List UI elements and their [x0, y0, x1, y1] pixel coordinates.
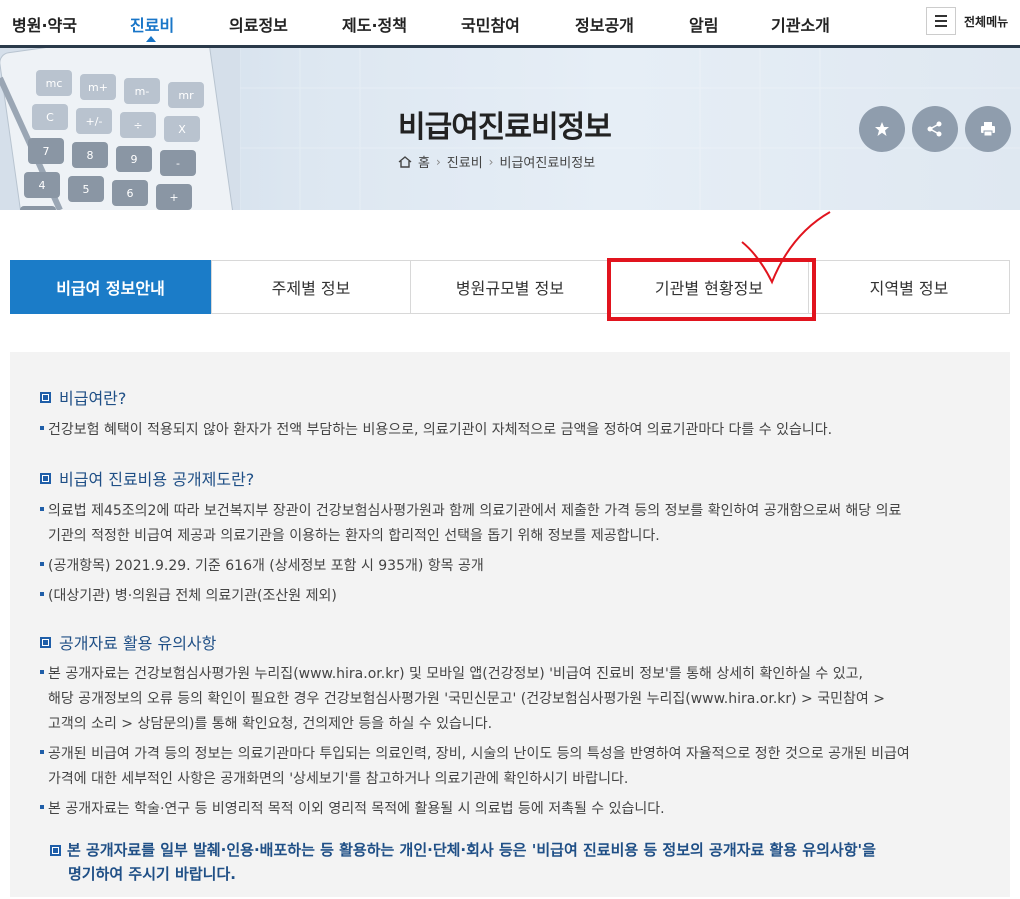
section-title-text: 비급여 진료비용 공개제도란? [59, 470, 255, 489]
tab-by-hospital-size[interactable]: 병원규모별 정보 [410, 260, 610, 314]
section-title-what-is-noncovered: 비급여란? [40, 385, 126, 409]
paragraph: (대상기관) 병·의원급 전체 의료기관(조산원 제외) [48, 588, 337, 604]
calculator-key-label: mc [46, 77, 63, 90]
top-navigation: 병원·약국 진료비 의료정보 제도·정책 국민참여 정보공개 알림 기관소개 전… [0, 0, 1020, 48]
calculator-key-label: - [176, 157, 180, 170]
nav-item-about[interactable]: 기관소개 [771, 12, 830, 36]
print-button[interactable] [965, 106, 1011, 152]
calculator-key-label: 5 [83, 183, 90, 196]
section-title-text: 비급여란? [59, 389, 127, 408]
hamburger-icon [926, 7, 956, 35]
nav-item-policy[interactable]: 제도·정책 [342, 12, 407, 36]
paragraph-line: 가격에 대한 세부적인 사항은 공개화면의 '상세보기'를 참고하거나 의료기관… [48, 771, 629, 787]
section-title-usage-notes: 공개자료 활용 유의사항 [40, 630, 216, 654]
page-banner: mcm+m-mrC+/-÷X789-456+123 비급여진료비정보 홈 › 진… [0, 48, 1020, 210]
section-2-text: 의료법 제45조의2에 따라 보건복지부 장관이 건강보험심사평가원과 함께 의… [40, 499, 990, 609]
calculator-key-label: 7 [43, 145, 50, 158]
calculator-illustration: mcm+m-mrC+/-÷X789-456+123 [0, 48, 240, 210]
section-title-text: 공개자료 활용 유의사항 [59, 634, 217, 653]
nav-item-medical-info[interactable]: 의료정보 [229, 12, 288, 36]
nav-item-hospital-pharmacy[interactable]: 병원·약국 [12, 12, 77, 36]
square-bullet-icon [40, 472, 51, 484]
calculator-key-label: 6 [127, 187, 134, 200]
nav-item-information-disclosure[interactable]: 정보공개 [575, 12, 634, 36]
tab-by-topic[interactable]: 주제별 정보 [211, 260, 411, 314]
calculator-key-label: C [46, 111, 54, 124]
share-icon [927, 121, 942, 137]
calculator-key-label: m+ [88, 81, 108, 94]
active-nav-indicator [146, 36, 156, 42]
paragraph-line: 본 공개자료는 건강보험심사평가원 누리집(www.hira.or.kr) 및 … [48, 666, 863, 682]
square-bullet-icon [40, 391, 51, 403]
bookmark-button[interactable] [859, 106, 905, 152]
calculator-key-label: ÷ [133, 119, 142, 132]
paragraph: 본 공개자료는 학술·연구 등 비영리적 목적 이외 영리적 목적에 활용될 시… [48, 801, 665, 817]
star-icon [875, 122, 889, 136]
calculator-key-label: 4 [39, 179, 46, 192]
section-3-text: 본 공개자료는 건강보험심사평가원 누리집(www.hira.or.kr) 및 … [40, 662, 990, 822]
calculator-key-label: mr [178, 89, 194, 102]
breadcrumb-medical-fees[interactable]: 진료비 [447, 152, 483, 171]
paragraph-line: 공개된 비급여 가격 등의 정보는 의료기관마다 투입되는 의료인력, 장비, … [48, 746, 910, 762]
breadcrumb-current: 비급여진료비정보 [499, 156, 596, 171]
notice-line: 본 공개자료를 일부 발췌·인용·배포하는 등 활용하는 개인·단체·회사 등은… [67, 841, 876, 859]
paragraph-line: 의료법 제45조의2에 따라 보건복지부 장관이 건강보험심사평가원과 함께 의… [48, 503, 902, 519]
annotation-checkmark [741, 211, 831, 285]
share-button[interactable] [912, 106, 958, 152]
paragraph-line: 해당 공개정보의 오류 등의 확인이 필요한 경우 건강보험심사평가원 '국민신… [48, 691, 885, 707]
tab-non-covered-info[interactable]: 비급여 정보안내 [10, 260, 211, 314]
category-tabs: 비급여 정보안내 주제별 정보 병원규모별 정보 기관별 현황정보 지역별 정보 [10, 260, 1010, 314]
square-bullet-icon [50, 845, 61, 856]
paragraph-line: 기관의 적정한 비급여 제공과 의료기관을 이용하는 환자의 합리적인 선택을 … [48, 528, 660, 544]
calculator-key-label: + [169, 191, 178, 204]
paragraph-line: 고객의 소리 > 상담문의)를 통해 확인요청, 건의제안 등을 하실 수 있습… [48, 716, 493, 732]
chevron-right-icon: › [435, 154, 441, 169]
calculator-key [20, 206, 56, 210]
breadcrumb-home[interactable]: 홈 [418, 152, 430, 171]
chevron-right-icon: › [488, 154, 494, 169]
section-1-text: 건강보험 혜택이 적용되지 않아 환자가 전액 부담하는 비용으로, 의료기관이… [40, 418, 990, 443]
calculator-key-label: 9 [131, 153, 138, 166]
calculator-key-label: m- [135, 85, 150, 98]
nav-item-notices[interactable]: 알림 [689, 12, 718, 36]
calculator-key-label: +/- [86, 115, 103, 128]
nav-item-public-participation[interactable]: 국민참여 [461, 12, 520, 36]
calculator-key-label: X [178, 123, 186, 136]
paragraph: 건강보험 혜택이 적용되지 않아 환자가 전액 부담하는 비용으로, 의료기관이… [48, 422, 833, 438]
all-menu-button[interactable]: 전체메뉴 [926, 6, 1008, 36]
nav-item-medical-fees[interactable]: 진료비 [130, 12, 174, 36]
page-title: 비급여진료비정보 [398, 110, 612, 145]
breadcrumb: 홈 › 진료비 › 비급여진료비정보 [398, 152, 595, 171]
tab-by-region[interactable]: 지역별 정보 [808, 260, 1010, 314]
usage-notice: 본 공개자료를 일부 발췌·인용·배포하는 등 활용하는 개인·단체·회사 등은… [50, 838, 980, 886]
section-title-disclosure-system: 비급여 진료비용 공개제도란? [40, 466, 254, 490]
square-bullet-icon [40, 636, 51, 648]
calculator-key-label: 8 [87, 149, 94, 162]
notice-line: 명기하여 주시기 바랍니다. [68, 865, 236, 883]
printer-icon [981, 122, 995, 137]
paragraph: (공개항목) 2021.9.29. 기준 616개 (상세정보 포함 시 935… [48, 558, 484, 574]
all-menu-label: 전체메뉴 [964, 14, 1009, 29]
home-icon[interactable] [398, 155, 412, 168]
